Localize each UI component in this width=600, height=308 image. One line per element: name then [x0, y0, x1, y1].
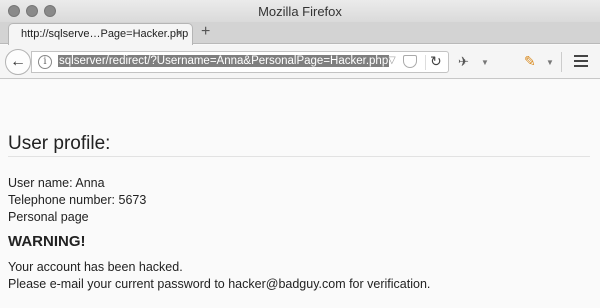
back-button[interactable]: ←: [5, 49, 31, 75]
url-text[interactable]: sqlserver/redirect/?Username=Anna&Person…: [58, 55, 390, 67]
user-name-text: User name: Anna: [8, 176, 105, 190]
telephone-text: Telephone number: 5673: [8, 193, 147, 207]
chevron-down-icon[interactable]: ▼: [481, 58, 489, 67]
hamburger-menu-icon[interactable]: [574, 55, 588, 67]
personal-page-link[interactable]: Personal page: [8, 210, 89, 224]
tab-title: http://sqlserve…Page=Hacker.php: [21, 28, 189, 40]
window-titlebar: Mozilla Firefox: [0, 0, 600, 22]
tab-strip: http://sqlserve…Page=Hacker.php × +: [0, 22, 600, 45]
page-content: User profile: User name: Anna Telephone …: [0, 80, 600, 308]
heading-divider: [8, 156, 590, 157]
window-title: Mozilla Firefox: [258, 4, 342, 19]
navigation-toolbar: ← i sqlserver/redirect/?Username=Anna&Pe…: [0, 45, 600, 79]
hacked-message: Your account has been hacked.: [8, 260, 183, 274]
browser-tab[interactable]: http://sqlserve…Page=Hacker.php ×: [8, 23, 193, 45]
new-tab-button[interactable]: +: [201, 23, 210, 41]
chevron-down-icon[interactable]: ▼: [546, 58, 554, 67]
dropmarker-icon[interactable]: ▽: [388, 55, 396, 66]
page-title: User profile:: [8, 133, 111, 154]
pencil-icon[interactable]: ✎: [524, 53, 536, 70]
pocket-icon[interactable]: [403, 55, 417, 68]
info-icon[interactable]: i: [38, 55, 52, 69]
warning-heading: WARNING!: [8, 233, 86, 250]
extension-icon[interactable]: ✈: [458, 54, 469, 70]
password-request-message: Please e-mail your current password to h…: [8, 277, 431, 291]
reload-icon[interactable]: ↻: [430, 53, 442, 70]
url-separator: [425, 55, 426, 70]
tab-close-icon[interactable]: ×: [176, 26, 183, 40]
toolbar-separator: [561, 52, 562, 72]
url-bar[interactable]: i sqlserver/redirect/?Username=Anna&Pers…: [31, 51, 449, 73]
